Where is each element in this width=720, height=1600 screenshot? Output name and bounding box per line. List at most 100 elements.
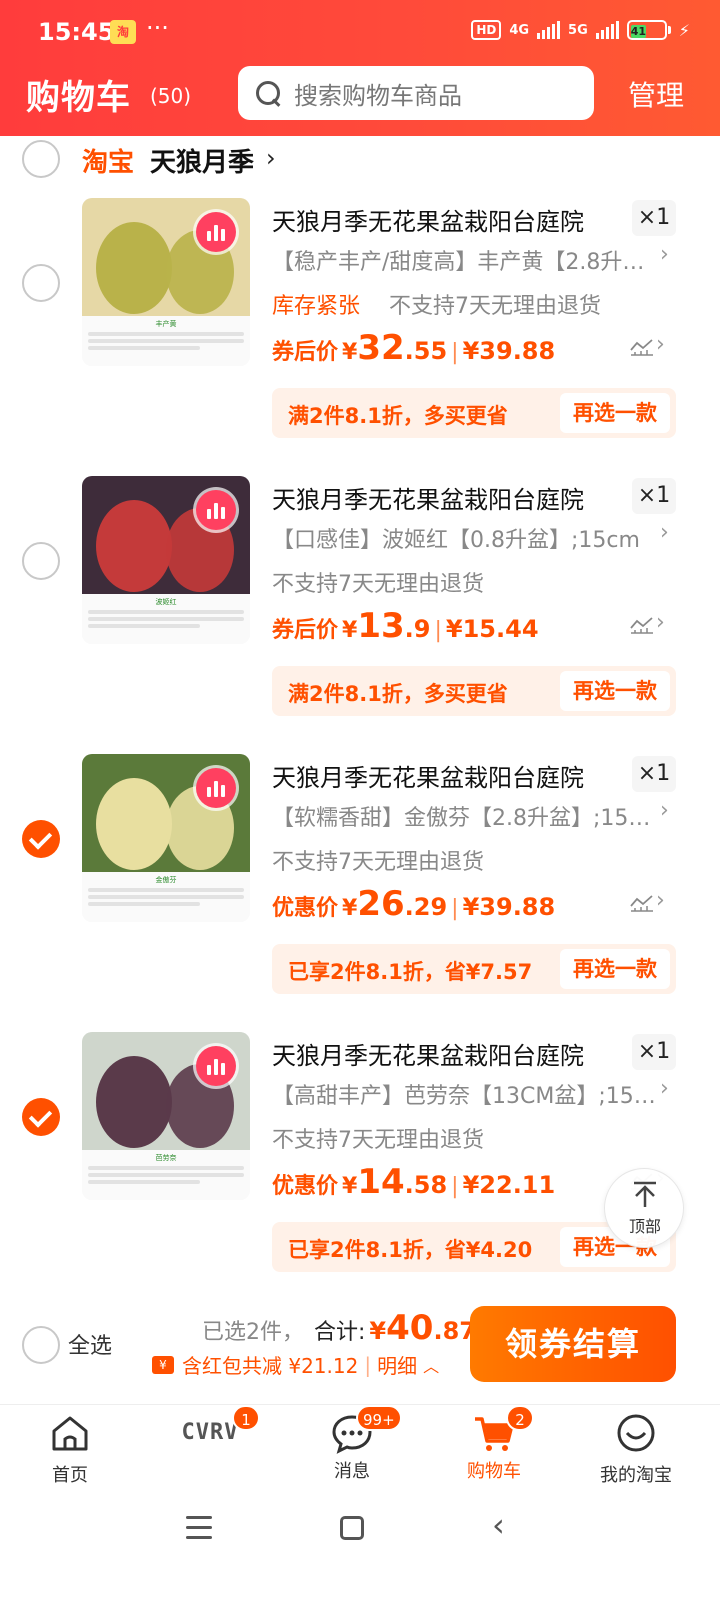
shop-name-link[interactable]: 天狼月季: [150, 142, 254, 179]
fig-photo: [82, 198, 250, 316]
product-spec-strip: 芭劳奈: [82, 1150, 250, 1200]
sku-selector[interactable]: 【软糯香甜】金傲芬【2.8升盆】;15cm: [272, 800, 657, 832]
quantity-selector[interactable]: ×1: [632, 1034, 676, 1070]
recent-apps-icon[interactable]: [186, 1516, 212, 1546]
price-decimal: .29: [404, 893, 448, 921]
product-image[interactable]: 金傲芬: [82, 754, 250, 922]
chevron-right-icon: ›: [656, 888, 665, 913]
price-trend-icon[interactable]: [630, 616, 654, 634]
product-title[interactable]: 天狼月季无花果盆栽阳台庭院: [272, 480, 584, 515]
nav-messages[interactable]: 99+ 消息: [292, 1405, 412, 1483]
search-input[interactable]: 搜索购物车商品: [238, 66, 594, 120]
fig-photo: [82, 754, 250, 872]
quantity-selector[interactable]: ×1: [632, 478, 676, 514]
discount-detail-toggle[interactable]: ¥ 含红包共减 ¥21.12 | 明细 ︿: [152, 1350, 439, 1379]
price-decimal: .58: [404, 1171, 448, 1199]
low-stock-tag: 库存紧张: [272, 294, 361, 319]
more-notifications-icon: ···: [146, 14, 169, 42]
price-currency: ¥: [342, 1174, 358, 1199]
shop-header: 淘宝 天狼月季 ›: [0, 136, 720, 186]
item-select-checkbox[interactable]: [22, 542, 60, 580]
sku-selector[interactable]: 【稳产丰产/甜度高】丰产黄【2.8升盆】: [272, 244, 657, 276]
product-title[interactable]: 天狼月季无花果盆栽阳台庭院: [272, 1036, 584, 1071]
product-spec-strip: 波姬红: [82, 594, 250, 644]
back-arrow-icon[interactable]: ‹: [492, 1506, 505, 1544]
shop-platform-logo: 淘宝: [82, 148, 135, 178]
checkout-bar: 全选 已选2件， 合计: ¥ 40 .87 ¥ 含红包共减 ¥21.12 | 明…: [0, 1296, 720, 1404]
no-return-tag: 不支持7天无理由退货: [272, 850, 484, 875]
no-return-tag: 不支持7天无理由退货: [272, 1128, 484, 1153]
cvrv-badge: 1: [232, 1405, 260, 1431]
choose-another-button[interactable]: 再选一款: [560, 671, 670, 711]
no-return-tag: 不支持7天无理由退货: [272, 572, 484, 597]
quantity-selector[interactable]: ×1: [632, 756, 676, 792]
original-price: ¥22.11: [462, 1171, 556, 1199]
quantity-selector[interactable]: ×1: [632, 200, 676, 236]
promotion-text: 已享2件8.1折，省¥7.57: [288, 960, 533, 984]
battery-icon: 41: [626, 20, 671, 40]
product-title[interactable]: 天狼月季无花果盆栽阳台庭院: [272, 758, 584, 793]
total-label: 合计:: [314, 1320, 366, 1345]
variety-label: 金傲芬: [155, 876, 177, 884]
search-icon: [254, 79, 282, 107]
nav-cvrv[interactable]: CVRV 1: [150, 1405, 270, 1455]
nav-cart[interactable]: 2 购物车: [434, 1405, 554, 1483]
sku-selector[interactable]: 【高甜丰产】芭劳奈【13CM盆】;15cm: [272, 1078, 657, 1110]
network-5g-label: 5G: [568, 22, 588, 38]
sku-selector[interactable]: 【口感佳】波姬红【0.8升盆】;15cm: [272, 522, 657, 554]
search-placeholder: 搜索购物车商品: [294, 81, 462, 110]
hd-icon: HD: [471, 20, 502, 40]
signal-icon: [537, 21, 561, 39]
variety-label: 丰产黄: [155, 320, 177, 328]
nav-my-taobao[interactable]: 我的淘宝: [576, 1411, 696, 1487]
price-trend-icon[interactable]: [630, 338, 654, 356]
network-4g-label: 4G: [509, 22, 530, 38]
cart-count: (50): [150, 84, 192, 108]
shop-select-checkbox[interactable]: [22, 140, 60, 178]
item-select-checkbox[interactable]: [22, 1098, 60, 1136]
choose-another-button[interactable]: 再选一款: [560, 393, 670, 433]
arrow-up-icon: [634, 1181, 656, 1207]
product-tags: 不支持7天无理由退货: [272, 566, 484, 598]
home-button-icon[interactable]: [340, 1516, 364, 1540]
price-decimal: .9: [404, 615, 431, 643]
price-row: 优惠价 ¥ 14 .58 | ¥22.11: [272, 1162, 556, 1202]
bar-chart-icon: [196, 490, 236, 530]
cvrv-logo-text: CVRV: [181, 1420, 239, 1445]
cart-item: 芭劳奈 天狼月季无花果盆栽阳台庭院 ×1 【高甜丰产】芭劳奈【13CM盆】;15…: [0, 1032, 720, 1302]
item-select-checkbox[interactable]: [22, 264, 60, 302]
manage-button[interactable]: 管理: [628, 74, 684, 114]
product-image[interactable]: 丰产黄: [82, 198, 250, 366]
product-image[interactable]: 芭劳奈: [82, 1032, 250, 1200]
item-select-checkbox[interactable]: [22, 820, 60, 858]
fig-photo: [82, 1032, 250, 1150]
select-all-label[interactable]: 全选: [68, 1328, 112, 1360]
product-title[interactable]: 天狼月季无花果盆栽阳台庭院: [272, 202, 584, 237]
product-tags: 不支持7天无理由退货: [272, 844, 484, 876]
price-row: 优惠价 ¥ 26 .29 | ¥39.88: [272, 884, 556, 924]
price-integer: 13: [357, 606, 405, 646]
select-all-checkbox[interactable]: [22, 1326, 60, 1364]
bar-chart-icon: [196, 768, 236, 808]
messages-badge: 99+: [356, 1405, 402, 1431]
chevron-up-icon: ︿: [423, 1356, 440, 1376]
home-icon: [52, 1416, 88, 1451]
original-price: ¥39.88: [462, 337, 556, 365]
back-to-top-button[interactable]: 顶部: [604, 1168, 684, 1248]
price-integer: 14: [357, 1162, 405, 1202]
checkout-button[interactable]: 领券结算: [470, 1306, 676, 1382]
nav-home[interactable]: 首页: [10, 1411, 130, 1487]
choose-another-button[interactable]: 再选一款: [560, 949, 670, 989]
product-image[interactable]: 波姬红: [82, 476, 250, 644]
price-decimal: .55: [404, 337, 448, 365]
promotion-text: 满2件8.1折，多买更省: [288, 682, 508, 706]
chevron-right-icon: ›: [660, 520, 669, 545]
price-trend-icon[interactable]: [630, 894, 654, 912]
fig-photo: [82, 476, 250, 594]
charging-icon: ⚡: [678, 20, 690, 40]
status-bar: 15:45 淘 ··· HD 4G 5G 41 ⚡: [0, 0, 720, 64]
bar-chart-icon: [196, 1046, 236, 1086]
nav-my-taobao-label: 我的淘宝: [600, 1465, 672, 1486]
back-to-top-label: 顶部: [628, 1217, 661, 1236]
promotion-text: 满2件8.1折，多买更省: [288, 404, 508, 428]
